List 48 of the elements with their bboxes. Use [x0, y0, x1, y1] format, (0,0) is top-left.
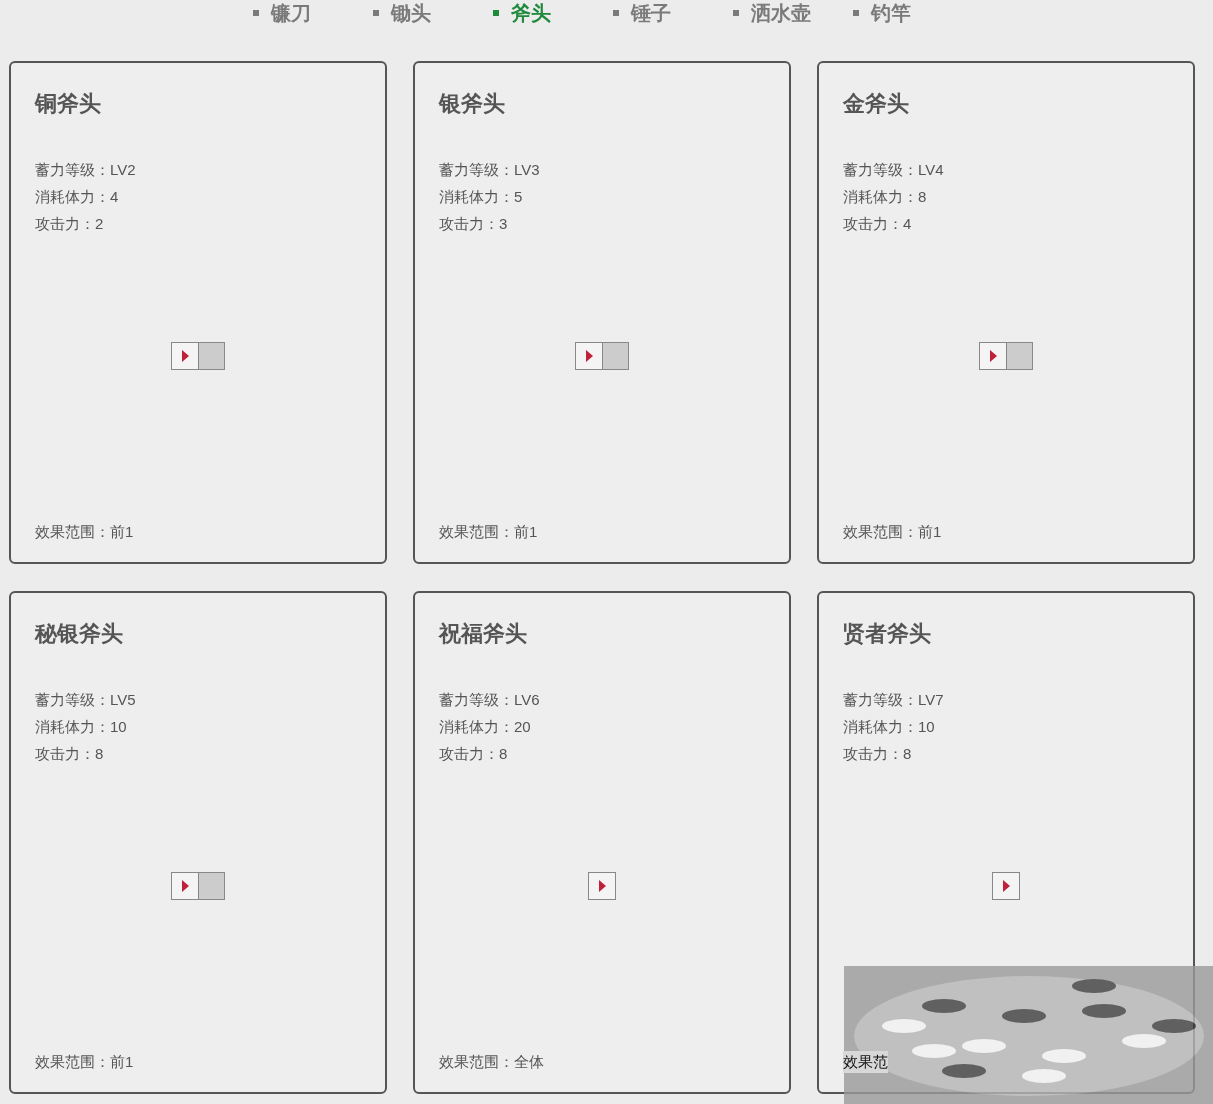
- play-icon: [181, 880, 189, 892]
- stat-line: 攻击力：3: [439, 214, 508, 234]
- card-title: 铜斧头: [35, 90, 101, 118]
- nav-tab[interactable]: 钓竿: [836, 0, 957, 28]
- range-text: 效果范围：全体: [439, 1052, 544, 1072]
- media-player[interactable]: [575, 342, 629, 370]
- stat-line: 蓄力等级：LV7: [843, 690, 944, 710]
- range-text: 效果范围：前1: [35, 522, 134, 542]
- media-player[interactable]: [171, 872, 225, 900]
- stat-line: 攻击力：8: [35, 744, 104, 764]
- media-player[interactable]: [588, 872, 616, 900]
- nav-tab[interactable]: 锄头: [356, 0, 477, 28]
- play-icon: [585, 350, 593, 362]
- range-text: 效果范围：前1: [843, 522, 942, 542]
- stat-line: 攻击力：4: [843, 214, 912, 234]
- stat-line: 蓄力等级：LV3: [439, 160, 540, 180]
- play-icon: [598, 880, 606, 892]
- card-title: 金斧头: [843, 90, 909, 118]
- play-icon: [181, 350, 189, 362]
- stat-line: 蓄力等级：LV2: [35, 160, 136, 180]
- card-title: 祝福斧头: [439, 620, 527, 648]
- stat-line: 攻击力：2: [35, 214, 104, 234]
- play-icon: [1002, 880, 1010, 892]
- stat-line: 消耗体力：8: [843, 187, 927, 207]
- range-text: 效果范围：前1: [439, 522, 538, 542]
- media-player[interactable]: [171, 342, 225, 370]
- card-title: 银斧头: [439, 90, 505, 118]
- stat-line: 攻击力：8: [439, 744, 508, 764]
- media-player[interactable]: [992, 872, 1020, 900]
- nav-tab[interactable]: 斧头: [476, 0, 597, 28]
- stat-line: 消耗体力：5: [439, 187, 523, 207]
- nav-tab[interactable]: 镰刀: [236, 0, 357, 28]
- play-icon: [989, 350, 997, 362]
- stat-line: 蓄力等级：LV6: [439, 690, 540, 710]
- range-text: 效果范围：前1: [35, 1052, 134, 1072]
- stat-line: 蓄力等级：LV4: [843, 160, 944, 180]
- stat-line: 攻击力：8: [843, 744, 912, 764]
- stat-line: 消耗体力：20: [439, 717, 531, 737]
- stat-line: 蓄力等级：LV5: [35, 690, 136, 710]
- stat-line: 消耗体力：10: [843, 717, 935, 737]
- range-text: 效果范: [843, 1051, 888, 1073]
- stat-line: 消耗体力：4: [35, 187, 119, 207]
- card-title: 贤者斧头: [843, 620, 931, 648]
- stat-line: 消耗体力：10: [35, 717, 127, 737]
- nav-tab[interactable]: 锤子: [596, 0, 717, 28]
- nav-tab[interactable]: 洒水壶: [716, 0, 837, 28]
- media-player[interactable]: [979, 342, 1033, 370]
- card-title: 秘银斧头: [35, 620, 123, 648]
